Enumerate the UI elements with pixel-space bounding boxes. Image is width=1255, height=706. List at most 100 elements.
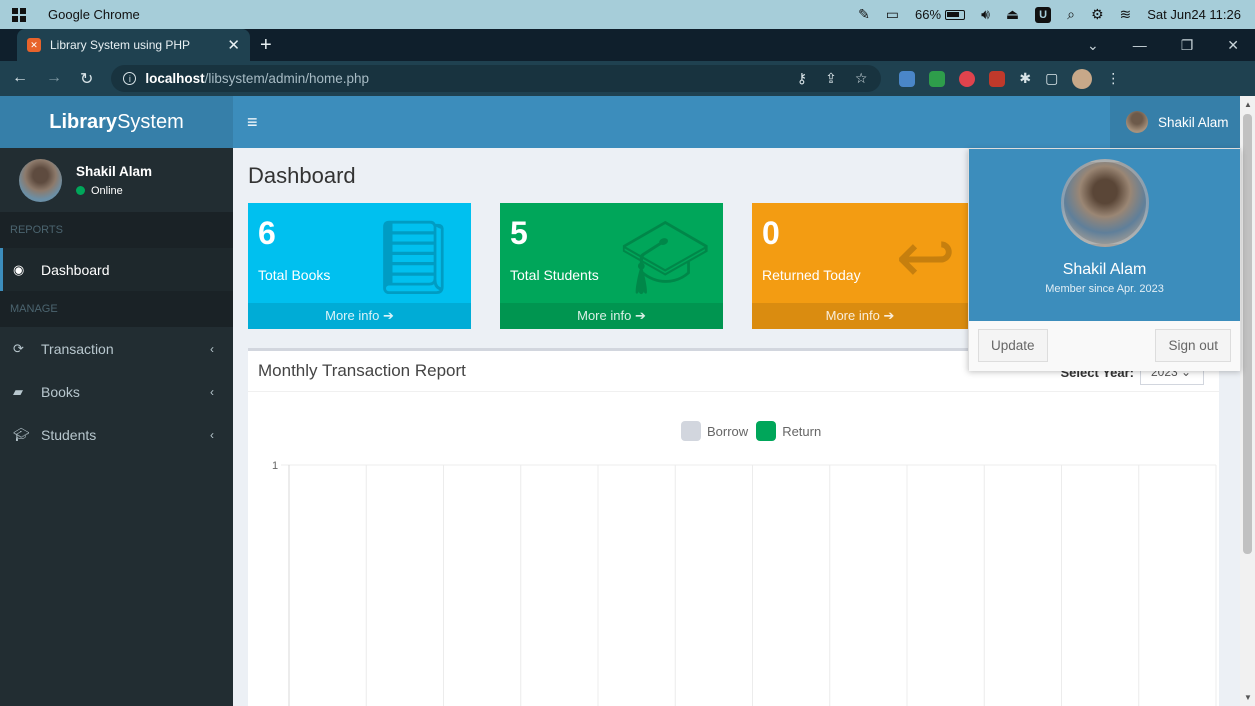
more-info-link[interactable]: More info ➔ bbox=[248, 303, 471, 329]
more-info-text: More info bbox=[577, 308, 632, 323]
battery-percent: 66% bbox=[915, 7, 942, 22]
sidebar-item-students[interactable]: 🎓︎ Students ‹ bbox=[0, 413, 233, 456]
transaction-report-box: Monthly Transaction Report Select Year: … bbox=[248, 348, 1219, 706]
share-icon[interactable]: ⇪ bbox=[825, 70, 837, 87]
stat-box-total-books: 6 Total Books 📘︎ More info ➔ bbox=[248, 203, 471, 329]
bookmark-star-icon[interactable]: ☆ bbox=[855, 70, 868, 87]
key-icon[interactable]: ⚷ bbox=[797, 70, 807, 87]
chevron-left-icon: ‹ bbox=[210, 341, 214, 356]
sidebar-item-books[interactable]: ▰ Books ‹ bbox=[0, 370, 233, 413]
stat-value: 5 bbox=[510, 215, 528, 251]
sidebar-item-label: Books bbox=[41, 383, 80, 400]
translate-extension-icon[interactable] bbox=[899, 70, 916, 87]
browser-toolbar: ← → ↻ i localhost /libsystem/admin/home.… bbox=[0, 61, 1255, 96]
de-extension-icon[interactable] bbox=[929, 70, 946, 87]
eject-icon[interactable]: ⏏ bbox=[1006, 6, 1019, 23]
sidebar-toggle-icon[interactable]: ≡ bbox=[247, 112, 258, 133]
dropdown-footer: Update Sign out bbox=[969, 321, 1240, 371]
reload-icon[interactable]: ↻ bbox=[80, 69, 93, 89]
stat-value: 0 bbox=[762, 215, 780, 251]
logo-rest-text: System bbox=[117, 110, 184, 133]
online-dot-icon bbox=[76, 186, 85, 195]
url-host: localhost bbox=[145, 71, 205, 86]
stat-value: 6 bbox=[258, 215, 276, 251]
navbar-avatar bbox=[1126, 111, 1148, 133]
update-button[interactable]: Update bbox=[978, 329, 1048, 362]
sidebar-avatar bbox=[19, 158, 62, 202]
chevron-left-icon: ‹ bbox=[210, 427, 214, 442]
windows-logo-icon[interactable] bbox=[12, 7, 26, 22]
sign-out-button[interactable]: Sign out bbox=[1155, 329, 1231, 362]
tab-close-icon[interactable]: ✕ bbox=[227, 36, 240, 54]
page-scrollbar[interactable]: ▲ ▼ bbox=[1240, 96, 1255, 706]
dashboard-icon: ◉ bbox=[13, 261, 25, 277]
chrome-menu-icon[interactable]: ⋮ bbox=[1106, 70, 1120, 87]
logo-bold-text: Library bbox=[49, 110, 118, 133]
back-icon[interactable]: ← bbox=[12, 69, 28, 89]
dropdown-user-header: Shakil Alam Member since Apr. 2023 bbox=[969, 149, 1240, 321]
forward-icon[interactable]: → bbox=[46, 69, 62, 89]
scroll-thumb[interactable] bbox=[1243, 114, 1252, 554]
spotlight-search-icon[interactable]: ⌕ bbox=[1067, 6, 1075, 23]
restore-icon[interactable]: ❐ bbox=[1181, 37, 1194, 54]
chevron-left-icon: ‹ bbox=[210, 384, 214, 399]
volume-icon[interactable]: 🔊︎ bbox=[981, 6, 990, 23]
display-icon[interactable]: ▭ bbox=[886, 6, 899, 23]
more-info-link[interactable]: More info ➔ bbox=[500, 303, 723, 329]
legend-swatch-return[interactable] bbox=[756, 421, 777, 441]
transaction-bar-chart: 1 bbox=[272, 460, 1217, 706]
side-panel-icon[interactable]: ▢ bbox=[1045, 70, 1058, 87]
box-header-divider bbox=[248, 391, 1219, 392]
battery-indicator[interactable]: 66% bbox=[915, 7, 966, 22]
scroll-down-icon[interactable]: ▼ bbox=[1244, 693, 1252, 702]
os-menu-bar: Google Chrome ✎ ▭ 66% 🔊︎ ⏏ U ⌕ ⚙ ≋ Sat J… bbox=[0, 0, 1255, 29]
u-app-icon[interactable]: U bbox=[1035, 6, 1052, 23]
chart-legend: Borrow Return bbox=[681, 421, 821, 441]
dropdown-avatar bbox=[1061, 159, 1149, 247]
puzzle-extensions-icon[interactable]: ✱ bbox=[1019, 70, 1031, 87]
dropdown-member-since: Member since Apr. 2023 bbox=[1045, 283, 1164, 295]
app-logo[interactable]: Library System bbox=[0, 96, 233, 148]
extensions-area: ✱ ▢ ⋮ bbox=[899, 68, 1120, 89]
more-info-link[interactable]: More info ➔ bbox=[752, 303, 968, 329]
red-extension-icon[interactable] bbox=[959, 70, 976, 87]
browser-tab[interactable]: ✕ Library System using PHP ✕ bbox=[17, 29, 250, 61]
user-menu-toggle[interactable]: Shakil Alam bbox=[1110, 96, 1240, 148]
tab-title: Library System using PHP bbox=[50, 38, 191, 52]
arrow-circle-right-icon: ➔ bbox=[382, 308, 394, 323]
url-path: /libsystem/admin/home.php bbox=[204, 71, 369, 86]
tab-search-icon[interactable]: ⌄ bbox=[1087, 37, 1099, 54]
control-center-icon[interactable]: ⚙ bbox=[1091, 6, 1104, 23]
pen-icon[interactable]: ✎ bbox=[858, 6, 870, 23]
profile-avatar-icon[interactable] bbox=[1072, 68, 1093, 89]
minimize-icon[interactable]: — bbox=[1133, 37, 1147, 54]
window-close-icon[interactable]: ✕ bbox=[1227, 37, 1239, 54]
stat-label: Returned Today bbox=[762, 267, 861, 283]
user-dropdown-menu: Shakil Alam Member since Apr. 2023 Updat… bbox=[968, 148, 1241, 371]
window-controls: ⌄ — ❐ ✕ bbox=[1087, 37, 1239, 54]
sidebar-item-label: Dashboard bbox=[41, 261, 110, 278]
os-app-name[interactable]: Google Chrome bbox=[48, 7, 140, 22]
wifi-icon[interactable]: ≋ bbox=[1120, 6, 1132, 23]
stat-box-returned-today: 0 Returned Today ↩ More info ➔ bbox=[752, 203, 968, 329]
sidebar-user-status: Online bbox=[76, 185, 152, 197]
sidebar-item-transaction[interactable]: ⟳ Transaction ‹ bbox=[0, 327, 233, 370]
scroll-up-icon[interactable]: ▲ bbox=[1244, 100, 1252, 109]
sidebar-item-dashboard[interactable]: ◉ Dashboard bbox=[0, 248, 233, 291]
address-bar[interactable]: i localhost /libsystem/admin/home.php ⚷ … bbox=[111, 65, 882, 92]
new-tab-icon[interactable]: + bbox=[260, 34, 272, 57]
site-info-icon[interactable]: i bbox=[123, 72, 137, 85]
dropdown-user-name: Shakil Alam bbox=[1062, 261, 1147, 278]
more-info-text: More info bbox=[325, 308, 380, 323]
stat-label: Total Books bbox=[258, 267, 331, 283]
sidebar: Shakil Alam Online REPORTS ◉ Dashboard M… bbox=[0, 148, 233, 706]
hammer-extension-icon[interactable] bbox=[989, 70, 1006, 87]
legend-swatch-borrow[interactable] bbox=[681, 421, 701, 441]
report-title: Monthly Transaction Report bbox=[258, 361, 466, 380]
xampp-favicon-icon: ✕ bbox=[27, 38, 41, 52]
more-info-text: More info bbox=[825, 308, 880, 323]
os-clock[interactable]: Sat Jun24 11:26 bbox=[1147, 7, 1241, 22]
book-icon: ▰ bbox=[13, 383, 23, 399]
sidebar-item-label: Students bbox=[41, 426, 97, 443]
sidebar-header-manage: MANAGE bbox=[0, 291, 233, 327]
